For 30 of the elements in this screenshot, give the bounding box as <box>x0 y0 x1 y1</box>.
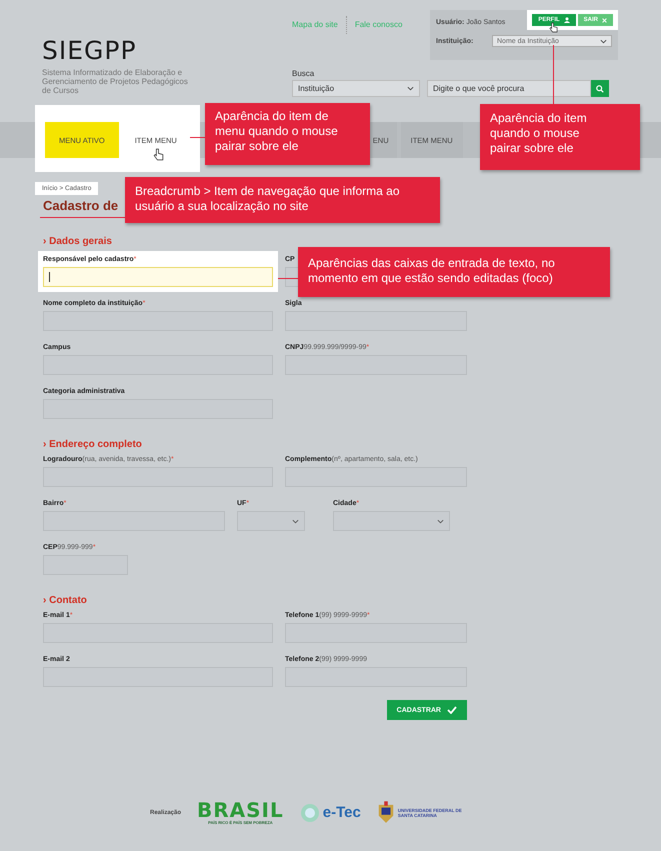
section-heading: › Contato <box>43 595 88 606</box>
site-subtitle: Sistema Informatizado de Elaboração e Gerenciamento de Projetos Pedagógicos de Cursos <box>42 68 189 95</box>
annotation-tooltip: Aparência do item de menu quando o mouse pairar sobre ele <box>205 103 370 165</box>
chevron-down-icon <box>437 518 444 524</box>
leader-line <box>278 278 299 279</box>
annotation-tooltip: Aparências das caixas de entrada de texto, no momento em que estão sendo editadas (foco) <box>298 247 610 297</box>
dropdown-field[interactable] <box>333 511 450 531</box>
annotation-tooltip: Breadcrumb > Item de navegação que informa ao usuário a sua localização no site <box>125 177 440 223</box>
chevron-down-icon <box>600 38 607 44</box>
hand-cursor-icon <box>152 148 164 161</box>
search-scope-select[interactable]: Instituição <box>292 80 420 97</box>
search-field[interactable]: Digite o que você procura <box>427 80 591 97</box>
input-field[interactable] <box>43 267 273 287</box>
chevron-down-icon <box>292 518 299 524</box>
dropdown-field[interactable] <box>237 511 305 531</box>
close-icon <box>602 18 607 22</box>
annotation-tooltip: Aparência do item quando o mouse pairar sobre ele <box>480 104 640 170</box>
search-label: Busca <box>292 69 316 80</box>
leader-line <box>553 45 554 105</box>
section-heading: › Dados gerais <box>43 236 113 247</box>
chevron-down-icon <box>407 86 414 91</box>
site-logo[interactable]: SIEGPP <box>42 36 292 65</box>
search-icon <box>596 84 604 92</box>
search-button[interactable] <box>591 80 609 97</box>
etec-logo: e-Tec <box>300 802 361 822</box>
checkmark-icon <box>447 706 457 714</box>
section-heading: › Endereço completo <box>43 439 143 450</box>
leader-line <box>190 137 206 138</box>
user-icon <box>564 17 570 23</box>
page-title: Cadastro de <box>43 198 118 213</box>
